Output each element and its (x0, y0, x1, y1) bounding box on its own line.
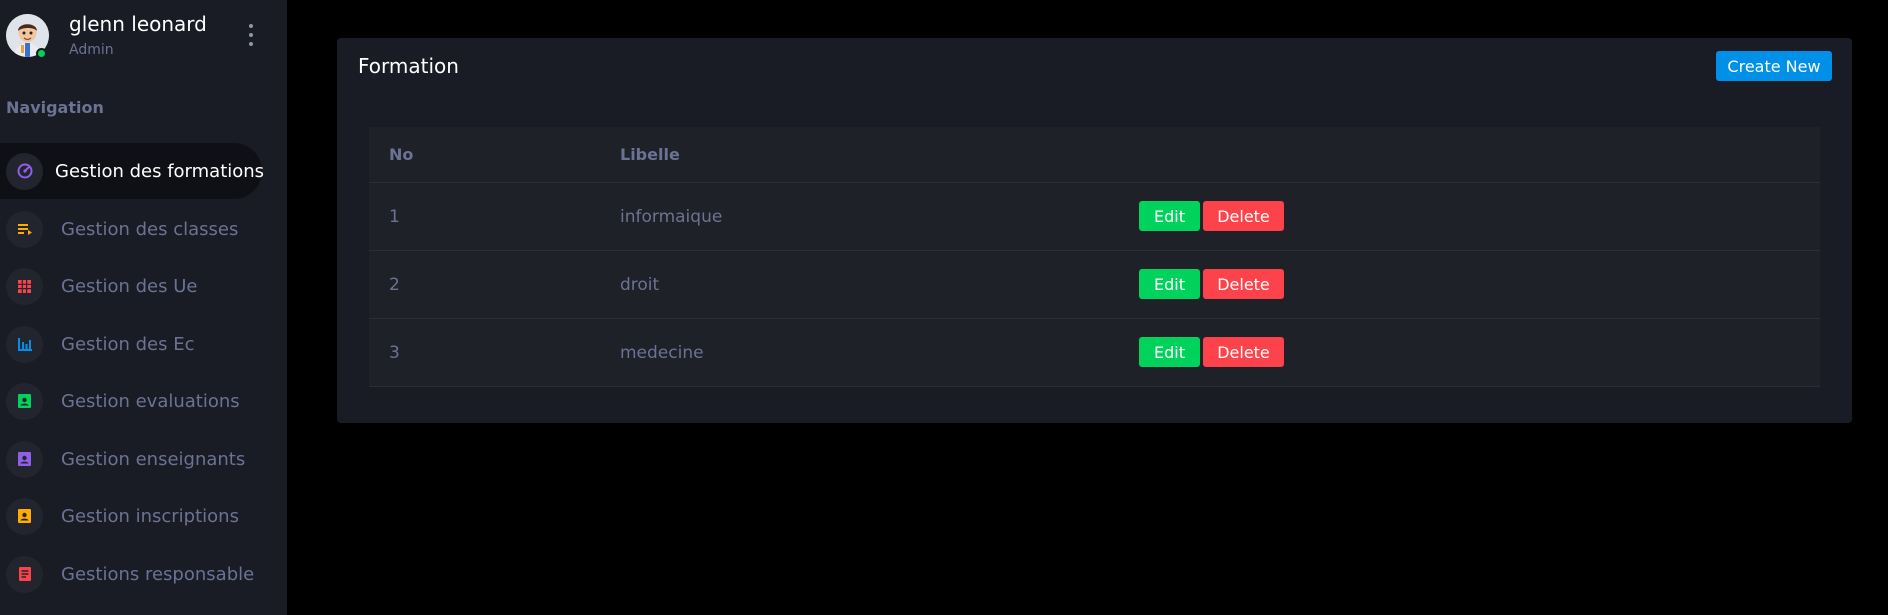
sidebar-item-enseignants[interactable]: Gestion enseignants (0, 431, 262, 487)
contacts-icon (6, 382, 43, 420)
delete-button[interactable]: Delete (1203, 269, 1284, 299)
edit-button[interactable]: Edit (1139, 337, 1200, 367)
sidebar-item-label: Gestion des formations (55, 160, 265, 182)
row-number: 1 (389, 207, 400, 227)
row-libelle: medecine (620, 343, 704, 363)
row-number: 2 (389, 275, 400, 295)
delete-button[interactable]: Delete (1203, 201, 1284, 231)
create-new-button[interactable]: Create New (1716, 51, 1832, 81)
sidebar-item-label: Gestion inscriptions (61, 505, 239, 527)
profile-role: Admin (69, 42, 114, 58)
sidebar-item-label: Gestion enseignants (61, 448, 246, 470)
sidebar-item-label: Gestions responsable (61, 563, 255, 585)
sidebar-item-ec[interactable]: Gestion des Ec (0, 316, 262, 372)
more-options-icon[interactable] (244, 24, 258, 46)
row-libelle: informaique (620, 207, 723, 227)
playlist-icon (6, 210, 43, 248)
sidebar-item-formations[interactable]: Gestion des formations (0, 143, 265, 199)
sidebar-item-responsable[interactable]: Gestions responsable (0, 546, 262, 602)
sidebar-item-ue[interactable]: Gestion des Ue (0, 258, 262, 314)
bar-chart-icon (6, 325, 43, 363)
contacts-icon (6, 440, 43, 478)
formation-table: No Libelle 1 informaique Edit Delete 2 d… (369, 127, 1820, 387)
column-header-libelle: Libelle (620, 145, 680, 164)
document-icon (6, 555, 43, 593)
sidebar-item-label: Gestion evaluations (61, 390, 240, 412)
sidebar-item-label: Gestion des Ec (61, 333, 195, 355)
table-icon (6, 267, 43, 305)
formation-card: Formation Create New No Libelle 1 inform… (337, 38, 1852, 423)
row-libelle: droit (620, 275, 660, 295)
sidebar: glenn leonard Admin Navigation Gestion d… (0, 0, 287, 615)
delete-button[interactable]: Delete (1203, 337, 1284, 367)
sidebar-item-label: Gestion des Ue (61, 275, 198, 297)
edit-button[interactable]: Edit (1139, 201, 1200, 231)
table-header: No Libelle (369, 127, 1820, 183)
profile-name: glenn leonard (69, 12, 207, 36)
sidebar-item-classes[interactable]: Gestion des classes (0, 201, 262, 257)
nav-heading: Navigation (6, 98, 104, 117)
online-status-dot (36, 48, 47, 59)
table-row: 1 informaique Edit Delete (369, 183, 1820, 251)
column-header-no: No (389, 145, 414, 164)
page-title: Formation (358, 54, 459, 78)
table-row: 3 medecine Edit Delete (369, 319, 1820, 387)
edit-button[interactable]: Edit (1139, 269, 1200, 299)
table-row: 2 droit Edit Delete (369, 251, 1820, 319)
speedometer-icon (6, 152, 43, 190)
row-number: 3 (389, 343, 400, 363)
sidebar-item-evaluations[interactable]: Gestion evaluations (0, 373, 262, 429)
profile: glenn leonard Admin (0, 0, 287, 68)
contacts-icon (6, 497, 43, 535)
sidebar-item-label: Gestion des classes (61, 218, 239, 240)
sidebar-item-inscriptions[interactable]: Gestion inscriptions (0, 488, 262, 544)
